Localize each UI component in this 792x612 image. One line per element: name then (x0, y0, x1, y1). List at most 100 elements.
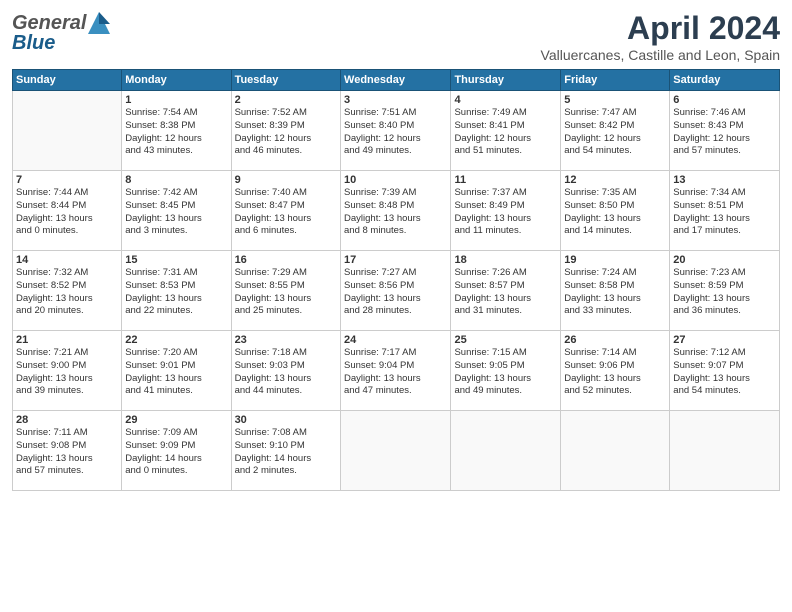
calendar-header-sunday: Sunday (13, 70, 122, 91)
day-number: 22 (125, 334, 227, 346)
calendar-cell: 12Sunrise: 7:35 AM Sunset: 8:50 PM Dayli… (561, 171, 670, 251)
calendar-cell: 17Sunrise: 7:27 AM Sunset: 8:56 PM Dayli… (341, 251, 451, 331)
day-info: Sunrise: 7:17 AM Sunset: 9:04 PM Dayligh… (344, 347, 447, 398)
calendar-cell: 3Sunrise: 7:51 AM Sunset: 8:40 PM Daylig… (341, 91, 451, 171)
day-number: 21 (16, 334, 118, 346)
calendar-cell: 14Sunrise: 7:32 AM Sunset: 8:52 PM Dayli… (13, 251, 122, 331)
page: General Blue April 2024 Valluercanes, Ca… (0, 0, 792, 612)
calendar-cell (341, 411, 451, 491)
day-info: Sunrise: 7:34 AM Sunset: 8:51 PM Dayligh… (673, 187, 776, 238)
day-info: Sunrise: 7:42 AM Sunset: 8:45 PM Dayligh… (125, 187, 227, 238)
header: General Blue April 2024 Valluercanes, Ca… (12, 10, 780, 63)
calendar-cell: 20Sunrise: 7:23 AM Sunset: 8:59 PM Dayli… (670, 251, 780, 331)
day-number: 12 (564, 174, 666, 186)
calendar-cell: 2Sunrise: 7:52 AM Sunset: 8:39 PM Daylig… (231, 91, 340, 171)
day-info: Sunrise: 7:27 AM Sunset: 8:56 PM Dayligh… (344, 267, 447, 318)
calendar-header-saturday: Saturday (670, 70, 780, 91)
main-title: April 2024 (541, 10, 780, 47)
day-info: Sunrise: 7:11 AM Sunset: 9:08 PM Dayligh… (16, 427, 118, 478)
calendar-cell: 6Sunrise: 7:46 AM Sunset: 8:43 PM Daylig… (670, 91, 780, 171)
day-number: 23 (235, 334, 337, 346)
day-info: Sunrise: 7:21 AM Sunset: 9:00 PM Dayligh… (16, 347, 118, 398)
calendar-cell: 11Sunrise: 7:37 AM Sunset: 8:49 PM Dayli… (451, 171, 561, 251)
day-info: Sunrise: 7:54 AM Sunset: 8:38 PM Dayligh… (125, 107, 227, 158)
day-number: 3 (344, 94, 447, 106)
day-number: 17 (344, 254, 447, 266)
calendar-cell: 19Sunrise: 7:24 AM Sunset: 8:58 PM Dayli… (561, 251, 670, 331)
calendar-week-row: 1Sunrise: 7:54 AM Sunset: 8:38 PM Daylig… (13, 91, 780, 171)
calendar-header-thursday: Thursday (451, 70, 561, 91)
calendar-cell: 15Sunrise: 7:31 AM Sunset: 8:53 PM Dayli… (122, 251, 231, 331)
calendar-cell: 4Sunrise: 7:49 AM Sunset: 8:41 PM Daylig… (451, 91, 561, 171)
calendar-header-row: SundayMondayTuesdayWednesdayThursdayFrid… (13, 70, 780, 91)
day-info: Sunrise: 7:39 AM Sunset: 8:48 PM Dayligh… (344, 187, 447, 238)
day-info: Sunrise: 7:51 AM Sunset: 8:40 PM Dayligh… (344, 107, 447, 158)
calendar-cell (451, 411, 561, 491)
day-info: Sunrise: 7:18 AM Sunset: 9:03 PM Dayligh… (235, 347, 337, 398)
day-number: 25 (454, 334, 557, 346)
day-info: Sunrise: 7:23 AM Sunset: 8:59 PM Dayligh… (673, 267, 776, 318)
calendar-cell: 24Sunrise: 7:17 AM Sunset: 9:04 PM Dayli… (341, 331, 451, 411)
day-number: 20 (673, 254, 776, 266)
calendar-cell (13, 91, 122, 171)
day-number: 8 (125, 174, 227, 186)
day-info: Sunrise: 7:09 AM Sunset: 9:09 PM Dayligh… (125, 427, 227, 478)
day-number: 13 (673, 174, 776, 186)
calendar-cell: 9Sunrise: 7:40 AM Sunset: 8:47 PM Daylig… (231, 171, 340, 251)
calendar-cell: 5Sunrise: 7:47 AM Sunset: 8:42 PM Daylig… (561, 91, 670, 171)
calendar-header-wednesday: Wednesday (341, 70, 451, 91)
day-info: Sunrise: 7:52 AM Sunset: 8:39 PM Dayligh… (235, 107, 337, 158)
day-number: 11 (454, 174, 557, 186)
day-info: Sunrise: 7:46 AM Sunset: 8:43 PM Dayligh… (673, 107, 776, 158)
day-info: Sunrise: 7:37 AM Sunset: 8:49 PM Dayligh… (454, 187, 557, 238)
day-number: 2 (235, 94, 337, 106)
subtitle: Valluercanes, Castille and Leon, Spain (541, 47, 780, 63)
day-info: Sunrise: 7:08 AM Sunset: 9:10 PM Dayligh… (235, 427, 337, 478)
calendar-cell: 13Sunrise: 7:34 AM Sunset: 8:51 PM Dayli… (670, 171, 780, 251)
day-number: 6 (673, 94, 776, 106)
day-info: Sunrise: 7:29 AM Sunset: 8:55 PM Dayligh… (235, 267, 337, 318)
calendar-cell: 7Sunrise: 7:44 AM Sunset: 8:44 PM Daylig… (13, 171, 122, 251)
day-number: 29 (125, 414, 227, 426)
day-info: Sunrise: 7:47 AM Sunset: 8:42 PM Dayligh… (564, 107, 666, 158)
day-info: Sunrise: 7:14 AM Sunset: 9:06 PM Dayligh… (564, 347, 666, 398)
day-number: 9 (235, 174, 337, 186)
calendar-cell: 28Sunrise: 7:11 AM Sunset: 9:08 PM Dayli… (13, 411, 122, 491)
day-number: 30 (235, 414, 337, 426)
day-info: Sunrise: 7:35 AM Sunset: 8:50 PM Dayligh… (564, 187, 666, 238)
calendar-cell: 16Sunrise: 7:29 AM Sunset: 8:55 PM Dayli… (231, 251, 340, 331)
day-info: Sunrise: 7:24 AM Sunset: 8:58 PM Dayligh… (564, 267, 666, 318)
calendar-cell: 27Sunrise: 7:12 AM Sunset: 9:07 PM Dayli… (670, 331, 780, 411)
calendar-week-row: 7Sunrise: 7:44 AM Sunset: 8:44 PM Daylig… (13, 171, 780, 251)
day-number: 19 (564, 254, 666, 266)
calendar-header-friday: Friday (561, 70, 670, 91)
day-number: 26 (564, 334, 666, 346)
day-info: Sunrise: 7:26 AM Sunset: 8:57 PM Dayligh… (454, 267, 557, 318)
day-info: Sunrise: 7:40 AM Sunset: 8:47 PM Dayligh… (235, 187, 337, 238)
day-info: Sunrise: 7:15 AM Sunset: 9:05 PM Dayligh… (454, 347, 557, 398)
calendar-week-row: 21Sunrise: 7:21 AM Sunset: 9:00 PM Dayli… (13, 331, 780, 411)
calendar-week-row: 28Sunrise: 7:11 AM Sunset: 9:08 PM Dayli… (13, 411, 780, 491)
logo-icon (88, 10, 110, 36)
calendar-cell: 18Sunrise: 7:26 AM Sunset: 8:57 PM Dayli… (451, 251, 561, 331)
day-number: 7 (16, 174, 118, 186)
day-number: 14 (16, 254, 118, 266)
day-number: 15 (125, 254, 227, 266)
day-info: Sunrise: 7:20 AM Sunset: 9:01 PM Dayligh… (125, 347, 227, 398)
day-number: 5 (564, 94, 666, 106)
day-info: Sunrise: 7:49 AM Sunset: 8:41 PM Dayligh… (454, 107, 557, 158)
calendar-header-monday: Monday (122, 70, 231, 91)
title-section: April 2024 Valluercanes, Castille and Le… (541, 10, 780, 63)
calendar-week-row: 14Sunrise: 7:32 AM Sunset: 8:52 PM Dayli… (13, 251, 780, 331)
day-number: 27 (673, 334, 776, 346)
logo-blue-text: Blue (12, 32, 55, 55)
calendar-cell: 1Sunrise: 7:54 AM Sunset: 8:38 PM Daylig… (122, 91, 231, 171)
day-number: 18 (454, 254, 557, 266)
day-info: Sunrise: 7:44 AM Sunset: 8:44 PM Dayligh… (16, 187, 118, 238)
calendar-cell: 22Sunrise: 7:20 AM Sunset: 9:01 PM Dayli… (122, 331, 231, 411)
calendar-cell: 21Sunrise: 7:21 AM Sunset: 9:00 PM Dayli… (13, 331, 122, 411)
calendar-cell (670, 411, 780, 491)
day-info: Sunrise: 7:32 AM Sunset: 8:52 PM Dayligh… (16, 267, 118, 318)
calendar-cell: 23Sunrise: 7:18 AM Sunset: 9:03 PM Dayli… (231, 331, 340, 411)
day-number: 4 (454, 94, 557, 106)
